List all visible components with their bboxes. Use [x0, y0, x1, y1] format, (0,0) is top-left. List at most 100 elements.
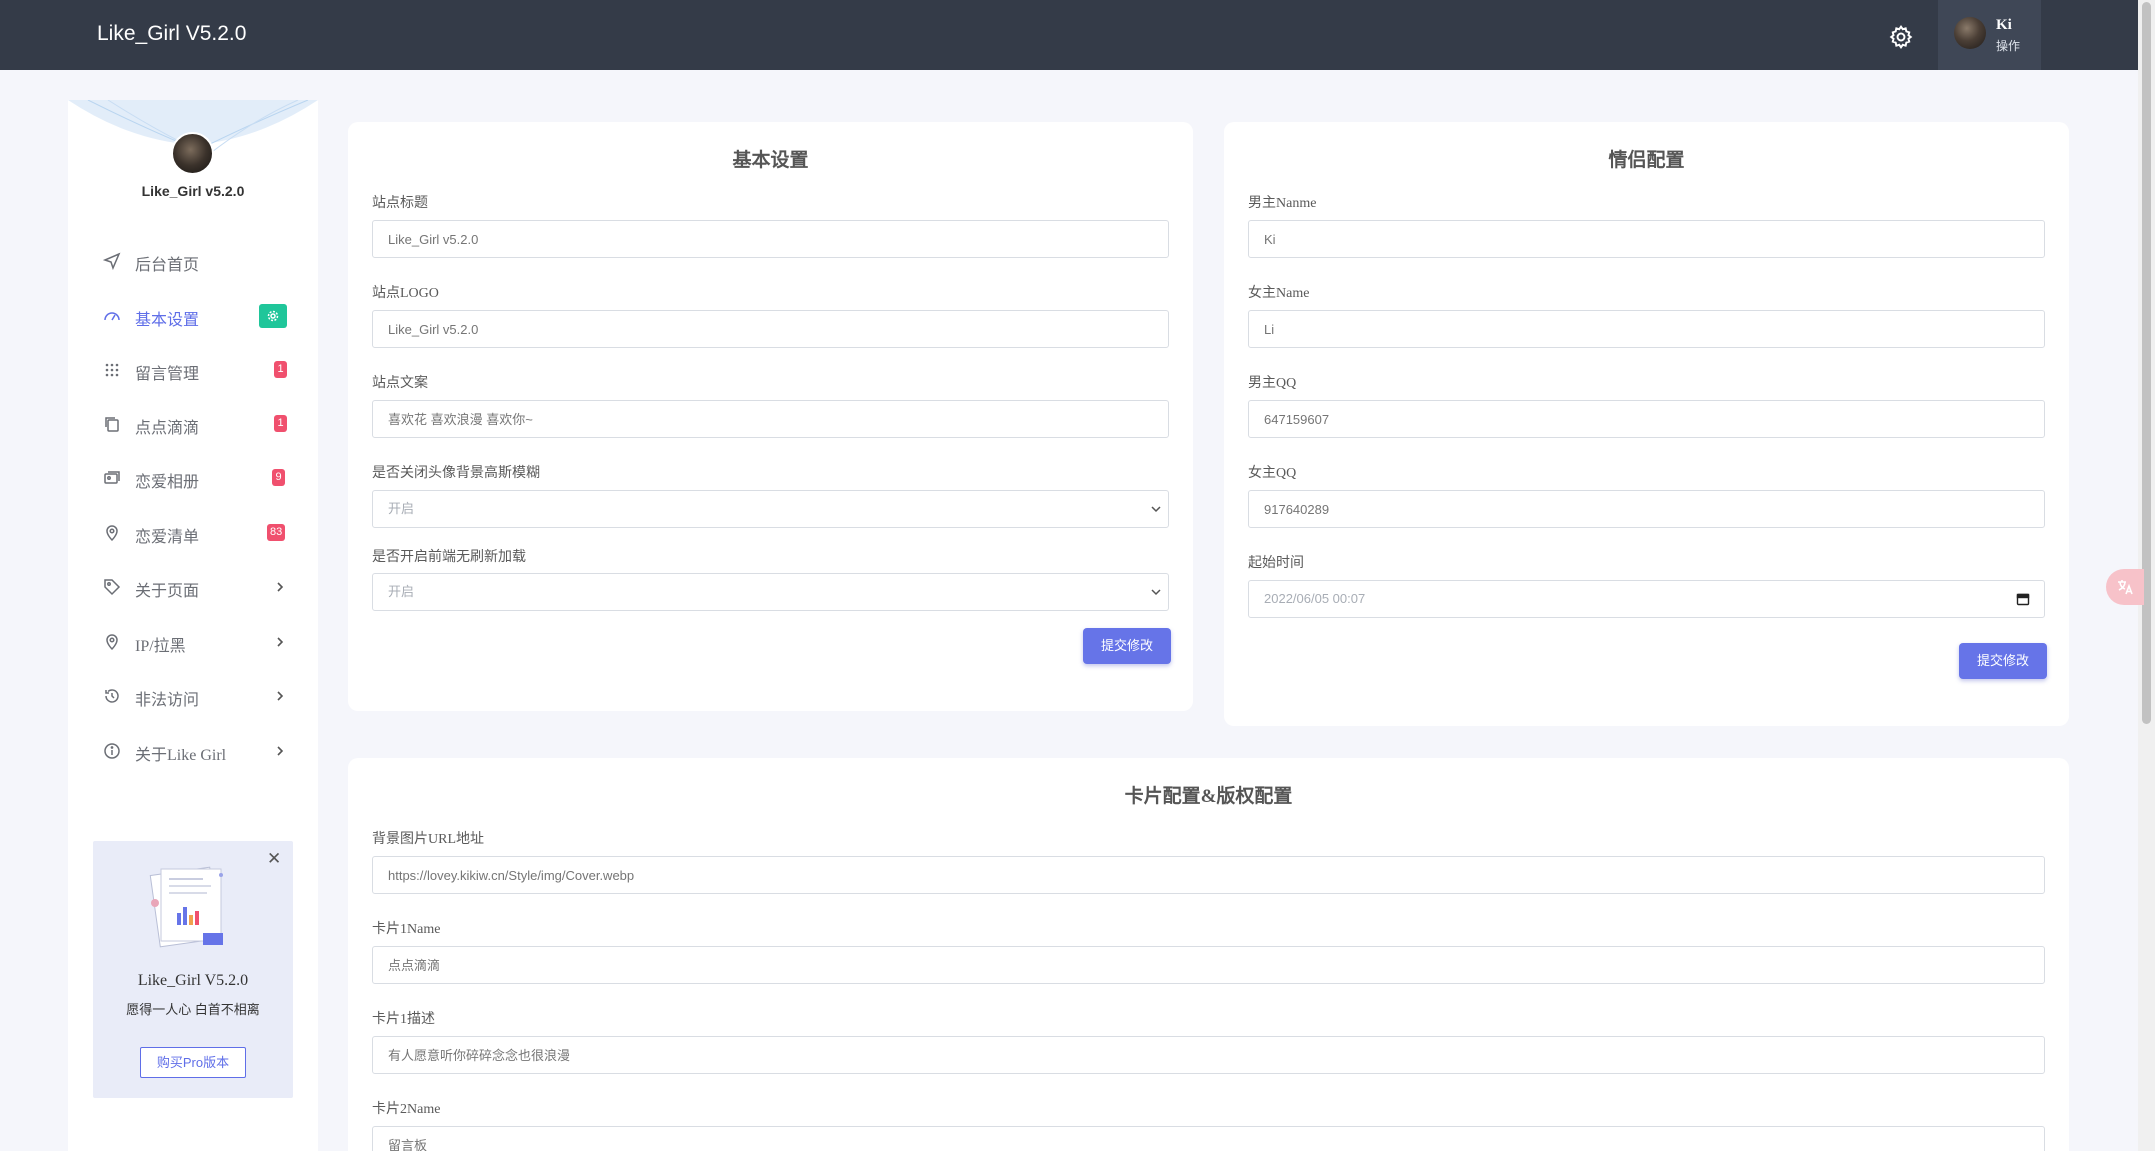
pjax-select-value: 开启 [388, 584, 415, 599]
sidebar-item-illegal-access[interactable]: 非法访问 [68, 676, 318, 716]
scroll-thumb[interactable] [2142, 2, 2151, 724]
promo-title: Like_Girl V5.2.0 [137, 972, 249, 989]
sidebar-item-label: 恋爱清单 [135, 529, 200, 546]
sidebar-item-love-list[interactable]: 恋爱清单 83 [68, 513, 318, 553]
calendar-icon[interactable] [2016, 592, 2030, 606]
card2-name-label: 卡片2Name [372, 1102, 441, 1117]
avatar [1954, 17, 1986, 49]
pro-promo-card: ✕ Like_Girl V5.2.0 愿得一人心 白首不相离 购买Pro版本 [93, 841, 293, 1098]
info-icon [104, 743, 120, 759]
submit-basic-button[interactable]: 提交修改 [1083, 628, 1171, 664]
chevron-down-icon [1151, 589, 1161, 596]
chevron-down-icon [1151, 506, 1161, 513]
girl-qq-input[interactable] [1248, 490, 2045, 528]
card-title: 情侣配置 [1608, 150, 1685, 171]
sidebar-item-ip-block[interactable]: IP/拉黑 [68, 622, 318, 662]
start-time-label: 起始时间 [1248, 556, 1304, 571]
site-logo-input[interactable] [372, 310, 1169, 348]
sidebar-item-label: 非法访问 [135, 692, 200, 709]
pjax-toggle-label: 是否开启前端无刷新加载 [372, 550, 526, 565]
sidebar-item-messages[interactable]: 留言管理 1 [68, 350, 318, 390]
photos-icon [104, 471, 120, 484]
top-bar: Like_Girl V5.2.0 Ki 操作 [0, 0, 2138, 70]
count-badge: 83 [267, 524, 286, 541]
card2-name-input[interactable] [372, 1126, 2045, 1151]
submit-couple-button[interactable]: 提交修改 [1959, 643, 2047, 679]
tag-icon [104, 579, 121, 596]
sidebar-item-about-like-girl[interactable]: 关于Like Girl [68, 731, 318, 771]
count-badge: 1 [274, 361, 287, 378]
gear-icon[interactable] [1888, 24, 1914, 50]
sidebar-item-label: 留言管理 [135, 366, 200, 383]
girl-name-input[interactable] [1248, 310, 2045, 348]
sidebar-item-basic-settings[interactable]: 基本设置 [68, 296, 318, 336]
site-name: Like_Girl v5.2.0 [141, 183, 245, 199]
translate-icon [2118, 580, 2133, 595]
basic-settings-card: 基本设置 站点标题 站点LOGO 站点文案 是否关闭头像背景高斯模糊 开启 是否… [348, 122, 1193, 711]
sidebar-item-label: 关于页面 [135, 583, 200, 600]
site-logo-label: 站点LOGO [372, 286, 439, 301]
boy-name-label: 男主Nanme [1248, 196, 1317, 211]
girl-qq-label: 女主QQ [1248, 466, 1297, 481]
bg-url-input[interactable] [372, 856, 2045, 894]
chevron-right-icon [277, 691, 284, 701]
card-title: 卡片配置&版权配置 [1124, 786, 1293, 807]
boy-qq-label: 男主QQ [1248, 376, 1297, 391]
card1-name-input[interactable] [372, 946, 2045, 984]
sidebar-item-album[interactable]: 恋爱相册 9 [68, 458, 318, 498]
card-copyright-settings-card: 卡片配置&版权配置 背景图片URL地址 卡片1Name 卡片1描述 卡片2Nam… [348, 758, 2069, 1151]
user-menu[interactable]: Ki 操作 [1938, 0, 2041, 70]
sidebar-item-label: 关于Like Girl [135, 747, 227, 764]
boy-qq-input[interactable] [1248, 400, 2045, 438]
boy-name-input[interactable] [1248, 220, 2045, 258]
grid-icon [105, 363, 119, 377]
brand-title[interactable]: Like_Girl V5.2.0 [97, 22, 246, 46]
sidebar-item-label: 点点滴滴 [135, 420, 200, 437]
blur-select-value: 开启 [388, 501, 415, 516]
pjax-select[interactable]: 开启 [372, 573, 1169, 611]
blur-toggle-label: 是否关闭头像背景高斯模糊 [372, 466, 540, 481]
start-time-input[interactable]: 2022/06/05 00:07 [1248, 580, 2045, 618]
close-icon[interactable]: ✕ [267, 849, 281, 869]
count-badge: 9 [272, 469, 285, 486]
site-title-label: 站点标题 [372, 196, 428, 211]
send-icon [103, 252, 121, 270]
promo-subtitle: 愿得一人心 白首不相离 [126, 1002, 260, 1017]
card-title: 基本设置 [732, 150, 809, 171]
user-action-label: 操作 [1996, 39, 2021, 53]
copy-icon [105, 417, 119, 432]
blur-select[interactable]: 开启 [372, 490, 1169, 528]
sidebar-item-about-page[interactable]: 关于页面 [68, 567, 318, 607]
sidebar-item-moments[interactable]: 点点滴滴 1 [68, 404, 318, 444]
chevron-right-icon [277, 746, 284, 756]
sidebar: Like_Girl v5.2.0 后台首页 基本设置 留言管理 1 点点滴滴 1… [68, 100, 318, 1151]
sidebar-item-label: 后台首页 [135, 257, 200, 274]
location-icon [106, 634, 118, 651]
settings-badge [259, 304, 287, 328]
count-badge: 1 [274, 415, 287, 432]
girl-name-label: 女主Name [1248, 286, 1310, 301]
buy-pro-button[interactable]: 购买Pro版本 [140, 1047, 246, 1078]
sidebar-item-label: IP/拉黑 [135, 638, 186, 655]
bg-url-label: 背景图片URL地址 [372, 832, 484, 847]
chevron-right-icon [277, 582, 284, 592]
chevron-right-icon [277, 637, 284, 647]
site-copy-label: 站点文案 [372, 376, 428, 391]
sidebar-item-label: 基本设置 [135, 312, 200, 329]
card1-desc-label: 卡片1描述 [372, 1012, 435, 1027]
sidebar-item-dashboard[interactable]: 后台首页 [68, 241, 318, 281]
document-illustration-icon [149, 866, 223, 948]
sidebar-item-label: 恋爱相册 [135, 474, 200, 491]
site-title-input[interactable] [372, 220, 1169, 258]
site-avatar [171, 132, 214, 175]
card1-name-label: 卡片1Name [372, 922, 441, 937]
couple-settings-card: 情侣配置 男主Nanme 女主Name 男主QQ 女主QQ 起始时间 2022/… [1224, 122, 2069, 726]
translate-float-button[interactable] [2106, 569, 2144, 605]
site-copy-input[interactable] [372, 400, 1169, 438]
cog-icon [267, 310, 279, 322]
pin-icon [106, 525, 118, 542]
user-name: Ki [1996, 17, 2012, 33]
history-icon [105, 689, 119, 703]
card1-desc-input[interactable] [372, 1036, 2045, 1074]
start-time-value: 2022/06/05 00:07 [1264, 591, 1366, 606]
